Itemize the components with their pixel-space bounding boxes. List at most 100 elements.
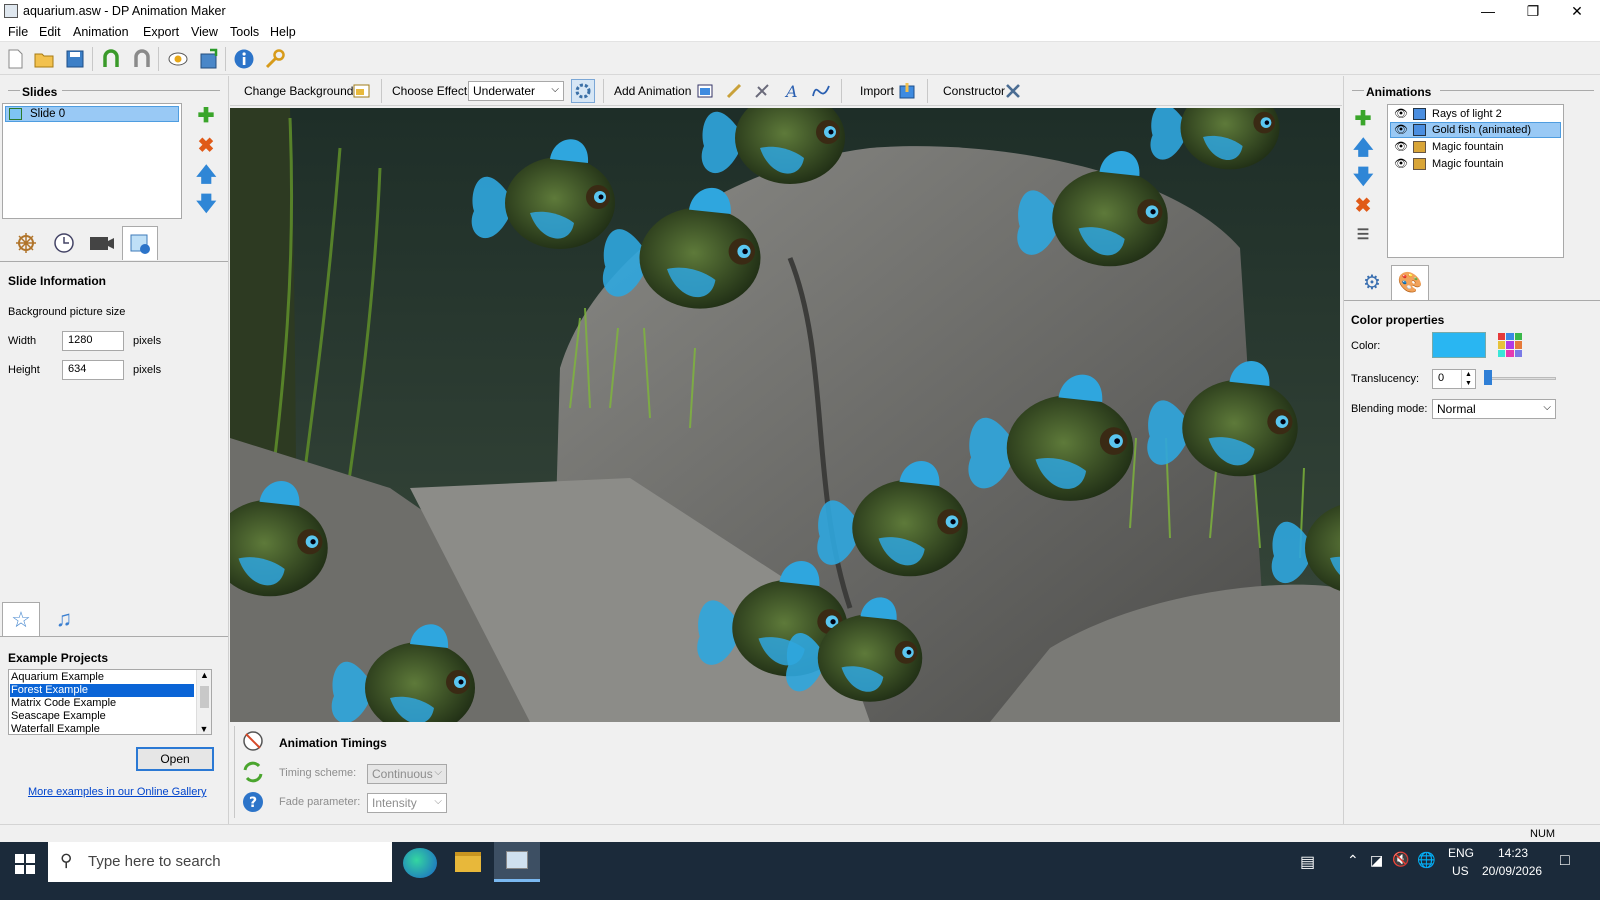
examples-tab[interactable]: ☆: [2, 602, 40, 636]
add-slide-button[interactable]: ✚: [196, 106, 216, 126]
change-background-button[interactable]: Change Background: [244, 84, 353, 98]
animation-item[interactable]: 👁 Magic fountain: [1390, 139, 1561, 155]
add-animation-button[interactable]: ✚: [1353, 109, 1373, 129]
particles-icon[interactable]: [753, 82, 771, 100]
open-example-button[interactable]: Open: [136, 747, 214, 771]
network-icon[interactable]: ◪: [1370, 852, 1383, 869]
notifications-icon[interactable]: □: [1560, 852, 1570, 870]
delete-slide-button[interactable]: ✖: [196, 136, 216, 156]
move-slide-up-button[interactable]: 🡅: [196, 165, 217, 185]
fade-parameter-select[interactable]: Intensity ⌵: [367, 793, 447, 813]
fade-parameter-label: Fade parameter:: [279, 796, 361, 808]
menu-animation[interactable]: Animation: [73, 25, 129, 39]
wave-icon[interactable]: [812, 82, 830, 100]
example-item[interactable]: Aquarium Example: [11, 671, 104, 683]
example-item-selected[interactable]: Forest Example: [10, 684, 194, 697]
clock-date[interactable]: 20/09/2026: [1482, 864, 1542, 878]
animation-item[interactable]: 👁 Rays of light 2: [1390, 106, 1561, 122]
visibility-eye-icon[interactable]: 👁: [1394, 157, 1408, 170]
save-icon[interactable]: [64, 48, 86, 70]
restore-button[interactable]: ❐: [1510, 0, 1556, 22]
online-gallery-link[interactable]: More examples in our Online Gallery: [28, 786, 207, 798]
slide-info-icon[interactable]: [122, 226, 158, 260]
animation-label: Rays of light 2: [1432, 108, 1502, 120]
settings-tab[interactable]: ⚙: [1353, 266, 1391, 300]
brush-icon[interactable]: [725, 82, 743, 100]
taskbar-search-box[interactable]: ⚲ Type here to search: [48, 842, 392, 882]
effect-select[interactable]: Underwater ⌵: [468, 81, 564, 101]
move-animation-up-button[interactable]: 🡅: [1353, 138, 1374, 158]
new-file-icon[interactable]: [4, 48, 26, 70]
preview-canvas[interactable]: [230, 108, 1340, 722]
menu-view[interactable]: View: [191, 25, 218, 39]
visibility-eye-icon[interactable]: 👁: [1394, 107, 1408, 120]
key-icon[interactable]: [264, 48, 286, 70]
camera-icon[interactable]: [84, 226, 120, 260]
undo-icon[interactable]: [100, 48, 122, 70]
visibility-eye-icon[interactable]: 👁: [1394, 123, 1408, 136]
delete-animation-button[interactable]: ✖: [1353, 196, 1373, 216]
example-item[interactable]: Matrix Code Example: [11, 697, 116, 709]
height-field[interactable]: 634: [62, 360, 124, 380]
show-hidden-icons-chevron-icon[interactable]: ⌃: [1347, 852, 1359, 869]
import-label[interactable]: Import: [860, 84, 894, 98]
helm-icon[interactable]: [8, 226, 44, 260]
animations-list[interactable]: 👁 Rays of light 2 👁 Gold fish (animated)…: [1387, 104, 1564, 258]
import-icon[interactable]: [898, 82, 916, 100]
translucency-slider[interactable]: [1484, 377, 1556, 380]
task-view-icon[interactable]: ▤: [1300, 852, 1315, 872]
volume-muted-icon[interactable]: 🔇: [1392, 851, 1409, 868]
dp-animation-maker-taskbar-button[interactable]: [494, 842, 540, 882]
music-tab[interactable]: ♫: [46, 602, 82, 636]
animation-properties-button[interactable]: ☰: [1353, 224, 1373, 244]
menu-export[interactable]: Export: [143, 25, 179, 39]
language-code[interactable]: ENG: [1448, 846, 1474, 860]
color-picker-icon[interactable]: [1498, 333, 1522, 357]
help-icon[interactable]: ?: [241, 790, 265, 814]
slide-item[interactable]: Slide 0: [5, 106, 179, 122]
visibility-eye-icon[interactable]: 👁: [1394, 140, 1408, 153]
effect-settings-button[interactable]: [571, 79, 595, 103]
translucency-slider-thumb[interactable]: [1484, 370, 1492, 385]
translucency-spinner[interactable]: ▲ ▼: [1461, 370, 1475, 388]
edge-browser-icon[interactable]: [403, 848, 437, 878]
windows-start-icon[interactable]: [15, 854, 35, 874]
color-swatch[interactable]: [1432, 332, 1486, 358]
move-animation-down-button[interactable]: 🡇: [1353, 167, 1374, 187]
color-tab[interactable]: 🎨: [1391, 265, 1429, 301]
clock-time[interactable]: 14:23: [1498, 846, 1528, 860]
constructor-label[interactable]: Constructor: [943, 84, 1005, 98]
menu-tools[interactable]: Tools: [230, 25, 259, 39]
menu-edit[interactable]: Edit: [39, 25, 61, 39]
examples-list[interactable]: Aquarium Example Forest Example Matrix C…: [8, 669, 212, 735]
animation-item[interactable]: 👁 Magic fountain: [1390, 156, 1561, 172]
example-item[interactable]: Waterfall Example: [11, 723, 100, 734]
music-note-icon: ♫: [55, 606, 73, 631]
color-properties-title: Color properties: [1351, 313, 1445, 327]
menu-file[interactable]: File: [8, 25, 28, 39]
slides-list[interactable]: Slide 0: [2, 103, 182, 219]
language-region[interactable]: US: [1452, 864, 1469, 878]
minimize-button[interactable]: —: [1465, 0, 1511, 22]
menu-help[interactable]: Help: [270, 25, 296, 39]
globe-icon[interactable]: 🌐: [1417, 851, 1436, 869]
file-explorer-icon[interactable]: [455, 852, 481, 872]
text-animation-icon[interactable]: A: [783, 82, 801, 100]
width-field[interactable]: 1280: [62, 331, 124, 351]
example-item[interactable]: Seascape Example: [11, 710, 106, 722]
examples-scrollbar[interactable]: ▲ ▼: [196, 670, 211, 734]
tools-icon[interactable]: [1004, 82, 1022, 100]
open-folder-icon[interactable]: [33, 48, 55, 70]
clock-icon[interactable]: [46, 226, 82, 260]
preview-eye-icon[interactable]: [167, 48, 189, 70]
export-icon[interactable]: [198, 48, 220, 70]
blending-mode-select[interactable]: Normal ⌵: [1432, 399, 1556, 419]
animation-item-selected[interactable]: 👁 Gold fish (animated): [1390, 122, 1561, 138]
background-image-icon[interactable]: [353, 82, 371, 100]
close-button[interactable]: ✕: [1554, 0, 1600, 22]
timing-scheme-select[interactable]: Continuous ⌵: [367, 764, 447, 784]
info-icon[interactable]: [233, 48, 255, 70]
redo-icon[interactable]: [131, 48, 153, 70]
move-slide-down-button[interactable]: 🡇: [196, 194, 217, 214]
add-image-animation-icon[interactable]: [696, 82, 714, 100]
